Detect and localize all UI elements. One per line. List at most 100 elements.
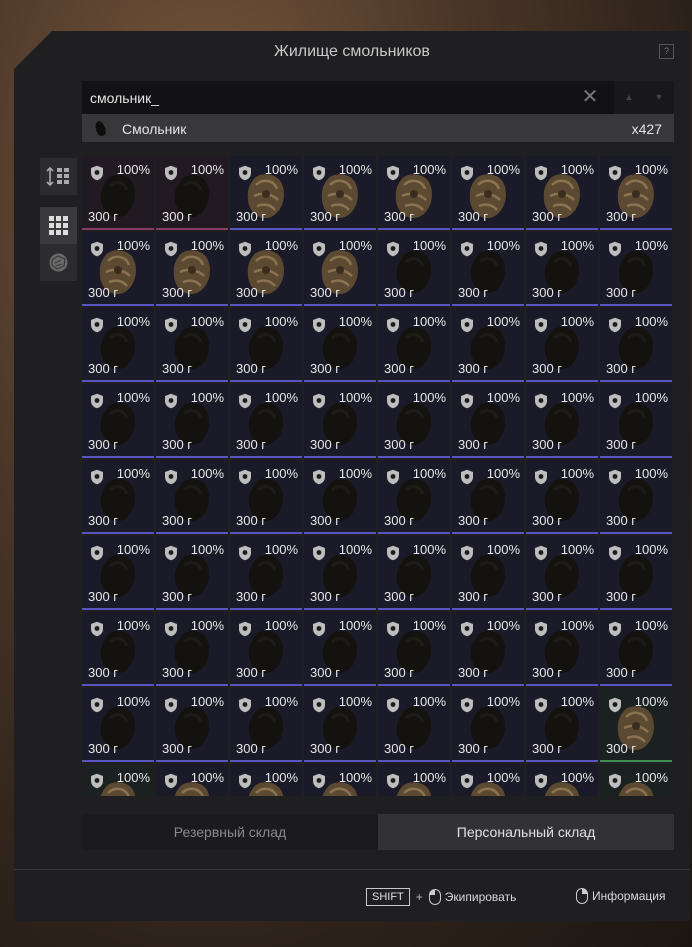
inventory-slot[interactable]: 100%300 г [230, 232, 302, 306]
inventory-slot[interactable]: 100%300 г [230, 308, 302, 382]
inventory-slot[interactable]: 100%300 г [526, 688, 598, 762]
durability-label: 100% [486, 162, 520, 177]
inventory-slot[interactable]: 100%300 г [378, 536, 450, 610]
item-type-filter-button[interactable] [40, 244, 77, 281]
inventory-slot[interactable]: 100%300 г [156, 536, 228, 610]
inventory-slot[interactable]: 100%300 г [452, 460, 524, 534]
inventory-slot[interactable]: 100%300 г [600, 460, 672, 534]
durability-label: 100% [560, 542, 594, 557]
durability-label: 100% [264, 238, 298, 253]
inventory-slot[interactable]: 100%300 г [378, 612, 450, 686]
inventory-slot[interactable]: 100%300 г [304, 688, 376, 762]
inventory-slot[interactable]: 100%300 г [600, 232, 672, 306]
inventory-slot[interactable]: 100%300 г [378, 460, 450, 534]
durability-label: 100% [412, 238, 446, 253]
info-hint: Информация [576, 888, 665, 904]
inventory-slot[interactable]: 100%300 г [600, 156, 672, 230]
inventory-slot[interactable]: 100%300 г [230, 688, 302, 762]
inventory-slot[interactable]: 100%300 г [452, 156, 524, 230]
inventory-slot[interactable]: 100%300 г [304, 536, 376, 610]
inventory-slot[interactable]: 100%300 г [600, 688, 672, 762]
inventory-slot[interactable]: 100%300 г [304, 156, 376, 230]
help-button[interactable]: ? [659, 44, 674, 59]
durability-label: 100% [190, 390, 224, 405]
search-result-item[interactable]: Смольник x427 [82, 114, 674, 142]
inventory-slot[interactable]: 100%300 г [156, 764, 228, 796]
weight-label: 300 г [236, 741, 267, 756]
inventory-slot[interactable]: 100%300 г [378, 384, 450, 458]
sort-button[interactable] [40, 158, 77, 195]
inventory-slot[interactable]: 100%300 г [526, 384, 598, 458]
inventory-slot[interactable]: 100%300 г [526, 232, 598, 306]
inventory-slot[interactable]: 100%300 г [600, 612, 672, 686]
inventory-slot[interactable]: 100%300 г [230, 460, 302, 534]
tab-reserve-storage[interactable]: Резервный склад [82, 814, 378, 850]
inventory-slot[interactable]: 100%300 г [304, 308, 376, 382]
inventory-slot[interactable]: 100%300 г [600, 384, 672, 458]
grid-view-button[interactable] [40, 207, 77, 244]
inventory-slot[interactable]: 100%300 г [526, 764, 598, 796]
shield-icon [313, 697, 325, 713]
inventory-slot[interactable]: 100%300 г [82, 688, 154, 762]
durability-label: 100% [116, 618, 150, 633]
inventory-slot[interactable]: 100%300 г [452, 308, 524, 382]
inventory-slot[interactable]: 100%300 г [230, 612, 302, 686]
inventory-slot[interactable]: 100%300 г [82, 308, 154, 382]
inventory-slot[interactable]: 100%300 г [230, 384, 302, 458]
inventory-slot[interactable]: 100%300 г [452, 764, 524, 796]
inventory-slot[interactable]: 100%300 г [304, 764, 376, 796]
inventory-slot[interactable]: 100%300 г [378, 764, 450, 796]
inventory-slot[interactable]: 100%300 г [82, 460, 154, 534]
inventory-slot[interactable]: 100%300 г [82, 764, 154, 796]
inventory-slot[interactable]: 100%300 г [156, 156, 228, 230]
inventory-slot[interactable]: 100%300 г [452, 612, 524, 686]
inventory-slot[interactable]: 100%300 г [378, 688, 450, 762]
inventory-slot[interactable]: 100%300 г [82, 384, 154, 458]
inventory-slot[interactable]: 100%300 г [600, 764, 672, 796]
inventory-slot[interactable]: 100%300 г [156, 232, 228, 306]
inventory-slot[interactable]: 100%300 г [600, 536, 672, 610]
inventory-slot[interactable]: 100%300 г [156, 688, 228, 762]
tab-personal-storage[interactable]: Персональный склад [378, 814, 674, 850]
search-input[interactable] [82, 81, 610, 114]
inventory-slot[interactable]: 100%300 г [304, 460, 376, 534]
inventory-slot[interactable]: 100%300 г [526, 308, 598, 382]
inventory-slot[interactable]: 100%300 г [526, 536, 598, 610]
inventory-slot[interactable]: 100%300 г [378, 308, 450, 382]
inventory-slot[interactable]: 100%300 г [304, 384, 376, 458]
weight-label: 300 г [532, 665, 563, 680]
inventory-slot[interactable]: 100%300 г [378, 156, 450, 230]
inventory-slot[interactable]: 100%300 г [452, 536, 524, 610]
inventory-slot[interactable]: 100%300 г [82, 612, 154, 686]
durability-label: 100% [338, 466, 372, 481]
inventory-slot[interactable]: 100%300 г [378, 232, 450, 306]
inventory-slot[interactable]: 100%300 г [230, 764, 302, 796]
inventory-slot[interactable]: 100%300 г [600, 308, 672, 382]
inventory-slot[interactable]: 100%300 г [526, 156, 598, 230]
inventory-slot[interactable]: 100%300 г [82, 232, 154, 306]
inventory-slot[interactable]: 100%300 г [304, 612, 376, 686]
inventory-slot[interactable]: 100%300 г [82, 156, 154, 230]
inventory-slot[interactable]: 100%300 г [156, 308, 228, 382]
inventory-slot[interactable]: 100%300 г [452, 232, 524, 306]
inventory-slot[interactable]: 100%300 г [156, 612, 228, 686]
shield-icon [91, 317, 103, 333]
prev-result-button[interactable]: ▲ [614, 81, 644, 114]
weight-label: 300 г [162, 361, 193, 376]
clear-search-icon[interactable]: ✕ [580, 87, 600, 107]
durability-label: 100% [338, 238, 372, 253]
inventory-slot[interactable]: 100%300 г [304, 232, 376, 306]
inventory-slot[interactable]: 100%300 г [230, 156, 302, 230]
inventory-slot[interactable]: 100%300 г [526, 612, 598, 686]
inventory-slot[interactable]: 100%300 г [452, 688, 524, 762]
inventory-slot[interactable]: 100%300 г [526, 460, 598, 534]
inventory-slot[interactable]: 100%300 г [156, 460, 228, 534]
inventory-slot[interactable]: 100%300 г [156, 384, 228, 458]
inventory-slot[interactable]: 100%300 г [82, 536, 154, 610]
shield-icon [461, 393, 473, 409]
shield-icon [609, 165, 621, 181]
inventory-grid: 100% 300 г 100% 300 г 100% 300 г 100% 300 г 100%… [82, 156, 674, 796]
inventory-slot[interactable]: 100%300 г [452, 384, 524, 458]
inventory-slot[interactable]: 100%300 г [230, 536, 302, 610]
next-result-button[interactable]: ▼ [644, 81, 674, 114]
